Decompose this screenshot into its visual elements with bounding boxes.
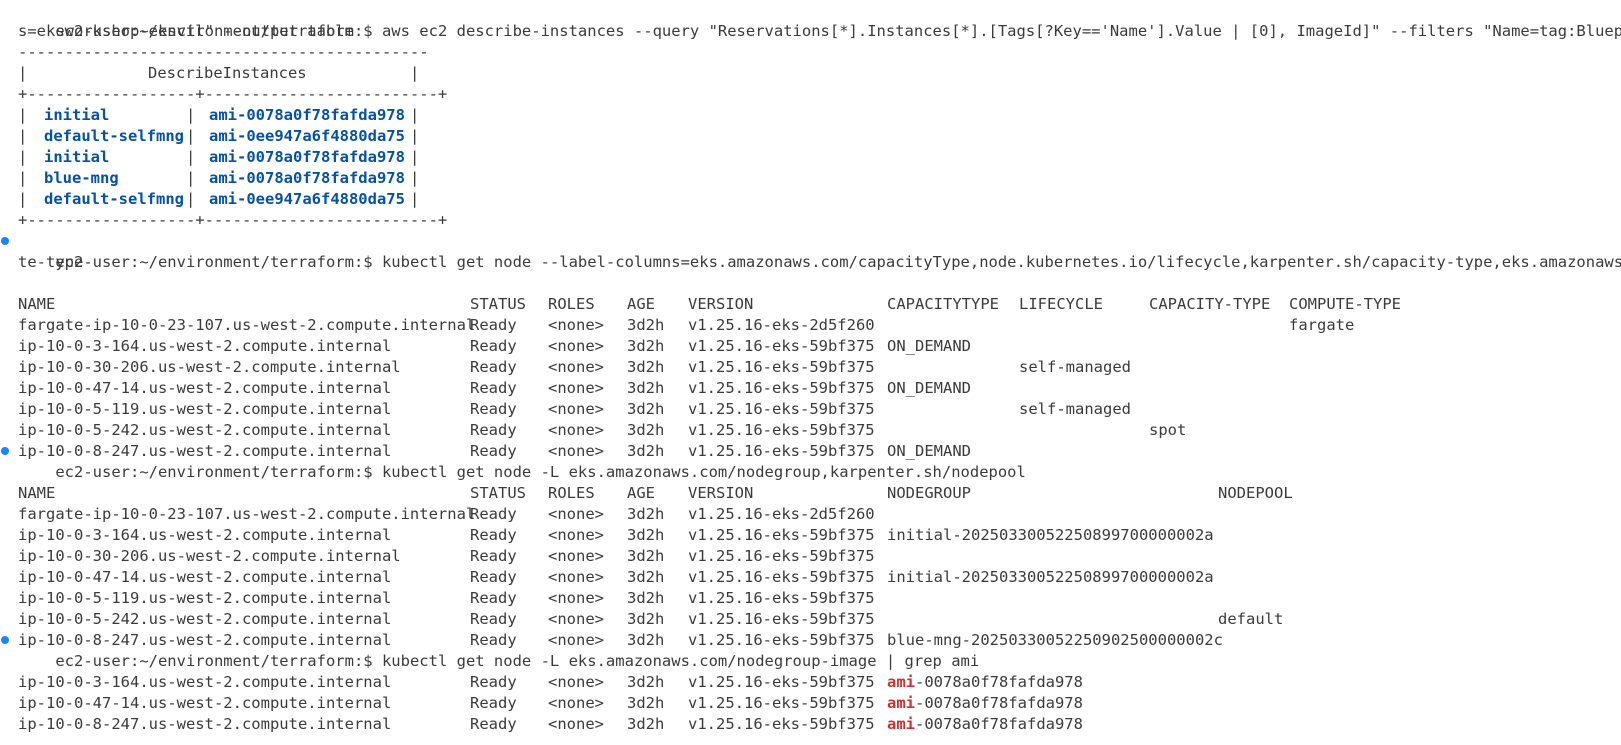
command-text: kubectl get node -L eks.amazonaws.com/no…	[381, 463, 1026, 481]
table-header-row: NAME STATUS ROLES AGE VERSION CAPACITYTYPE LIF…	[18, 295, 1401, 313]
command-text: kubectl get node -L eks.amazonaws.com/no…	[381, 652, 980, 670]
table-row: ip-10-0-47-14.us-west-2.compute.internal…	[18, 568, 1214, 586]
table-title-row: | DescribeInstances |	[18, 64, 420, 82]
table-row: | initial | ami-0078a0f78fafda978 |	[18, 148, 420, 166]
table-rule: ----------------------------------------…	[18, 43, 429, 61]
table-row: | default-selfmng | ami-0ee947a6f4880da75 |	[18, 127, 420, 145]
command-line: ec2-user:~/environment/terraform:$ kubec…	[18, 231, 1621, 271]
table-separator: +------------------+--------------------…	[18, 85, 448, 103]
command-continuation: s=eksworkshop-eksctl" --output table	[18, 22, 354, 40]
shell-prompt: ec2-user:~/environment/terraform:$	[55, 463, 373, 481]
command-status-dot-icon[interactable]	[1, 237, 9, 245]
table-row: ip-10-0-30-206.us-west-2.compute.interna…	[18, 547, 875, 565]
table-header-row: NAME STATUS ROLES AGE VERSION NODEGROUP NODEPO…	[18, 484, 1293, 502]
grep-match: ami	[887, 673, 915, 691]
table-row: ip-10-0-3-164.us-west-2.compute.internal…	[18, 673, 1083, 691]
table-row: | initial | ami-0078a0f78fafda978 |	[18, 106, 420, 124]
command-text: aws ec2 describe-instances --query "Rese…	[381, 22, 1621, 40]
table-row: fargate-ip-10-0-23-107.us-west-2.compute…	[18, 505, 875, 523]
table-row: ip-10-0-3-164.us-west-2.compute.internal…	[18, 526, 1214, 544]
table-row: ip-10-0-47-14.us-west-2.compute.internal…	[18, 694, 1083, 712]
table-row: ip-10-0-30-206.us-west-2.compute.interna…	[18, 358, 1131, 376]
table-row: | default-selfmng | ami-0ee947a6f4880da75 |	[18, 190, 420, 208]
grep-match: ami	[887, 715, 915, 733]
shell-prompt: ec2-user:~/environment/terraform:$	[55, 253, 373, 271]
grep-match: ami	[887, 694, 915, 712]
command-status-dot-icon[interactable]	[1, 636, 9, 644]
table-row: ip-10-0-47-14.us-west-2.compute.internal…	[18, 379, 971, 397]
table-row: | blue-mng | ami-0078a0f78fafda978 |	[18, 169, 420, 187]
command-continuation: te-type	[18, 253, 84, 271]
table-row: ip-10-0-5-242.us-west-2.compute.internal…	[18, 421, 1187, 439]
table-row: fargate-ip-10-0-23-107.us-west-2.compute…	[18, 316, 1355, 334]
table-row: ip-10-0-5-242.us-west-2.compute.internal…	[18, 610, 1284, 628]
command-status-dot-icon[interactable]	[1, 447, 9, 455]
command-line: ec2-user:~/environment/terraform:$ kubec…	[18, 630, 979, 670]
table-row: ip-10-0-5-119.us-west-2.compute.internal…	[18, 400, 1131, 418]
table-row: ip-10-0-8-247.us-west-2.compute.internal…	[18, 631, 1223, 649]
table-separator: +------------------+--------------------…	[18, 211, 448, 229]
table-title: DescribeInstances	[148, 64, 307, 82]
shell-prompt: ec2-user:~/environment/terraform:$	[55, 652, 373, 670]
command-text: kubectl get node --label-columns=eks.ama…	[381, 253, 1621, 271]
table-row: ip-10-0-3-164.us-west-2.compute.internal…	[18, 337, 971, 355]
command-line: ec2-user:~/environment/terraform:$ aws e…	[18, 0, 1621, 40]
terminal-output[interactable]: ec2-user:~/environment/terraform:$ aws e…	[0, 0, 1621, 745]
command-line: ec2-user:~/environment/terraform:$ kubec…	[18, 441, 1026, 481]
table-row: ip-10-0-8-247.us-west-2.compute.internal…	[18, 715, 1083, 733]
table-row: ip-10-0-8-247.us-west-2.compute.internal…	[18, 442, 971, 460]
table-row: ip-10-0-5-119.us-west-2.compute.internal…	[18, 589, 875, 607]
